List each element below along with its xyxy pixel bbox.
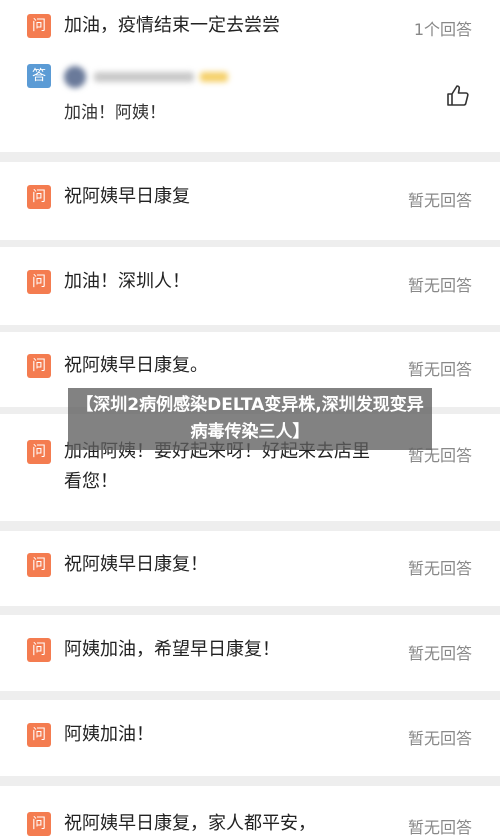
qa-card-3[interactable]: 问 加油！深圳人！ 暂无回答 xyxy=(0,247,500,325)
question-icon: 问 xyxy=(27,812,51,836)
question-text: 阿姨加油，希望早日康复！ xyxy=(64,639,280,660)
answer-user xyxy=(64,66,228,88)
question-text: 祝阿姨早日康复。 xyxy=(64,355,208,376)
answer-count: 暂无回答 xyxy=(407,191,472,210)
qa-card-9[interactable]: 问 祝阿姨早日康复，家人都平安， 暂无回答 xyxy=(0,786,500,839)
answer-text: 加油！阿姨！ xyxy=(64,103,166,123)
answer-count: 暂无回答 xyxy=(407,360,472,379)
qa-card-8[interactable]: 问 阿姨加油！ 暂无回答 xyxy=(0,700,500,776)
question-icon: 问 xyxy=(27,553,51,577)
question-text: 祝阿姨早日康复，家人都平安， xyxy=(64,813,316,834)
question-icon: 问 xyxy=(27,638,51,662)
question-text: 加油！深圳人！ xyxy=(64,271,190,292)
answer-count: 暂无回答 xyxy=(407,644,472,663)
answer-count: 暂无回答 xyxy=(407,559,472,578)
answer-icon: 答 xyxy=(27,64,51,88)
qa-card-1[interactable]: 问 加油，疫情结束一定去尝尝 1个回答 答 加油！阿姨！ xyxy=(0,0,500,152)
question-text: 加油，疫情结束一定去尝尝 xyxy=(64,15,280,36)
question-text: 祝阿姨早日康复！ xyxy=(64,554,208,575)
avatar xyxy=(64,66,86,88)
qa-card-2[interactable]: 问 祝阿姨早日康复 暂无回答 xyxy=(0,162,500,240)
user-level-badge xyxy=(200,72,228,82)
question-icon: 问 xyxy=(27,14,51,38)
thumbs-up-icon[interactable] xyxy=(446,84,470,108)
question-icon: 问 xyxy=(27,440,51,464)
answer-count: 暂无回答 xyxy=(407,729,472,748)
answer-count: 暂无回答 xyxy=(407,818,472,837)
question-icon: 问 xyxy=(27,185,51,209)
question-text: 祝阿姨早日康复 xyxy=(64,186,190,207)
news-title-banner: 【深圳2病例感染DELTA变异株,深圳发现变异病毒传染三人】 xyxy=(68,388,432,450)
question-icon: 问 xyxy=(27,723,51,747)
question-icon: 问 xyxy=(27,354,51,378)
qa-card-6[interactable]: 问 祝阿姨早日康复！ 暂无回答 xyxy=(0,531,500,606)
question-icon: 问 xyxy=(27,270,51,294)
question-text: 阿姨加油！ xyxy=(64,724,154,745)
username-blurred xyxy=(94,72,194,82)
answer-count: 暂无回答 xyxy=(407,276,472,295)
qa-card-7[interactable]: 问 阿姨加油，希望早日康复！ 暂无回答 xyxy=(0,615,500,691)
answer-count: 1个回答 xyxy=(413,20,472,39)
